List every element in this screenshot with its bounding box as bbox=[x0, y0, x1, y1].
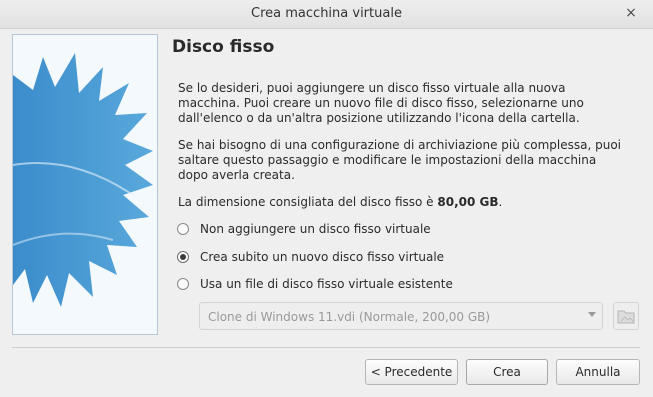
title-bar: Crea macchina virtuale × bbox=[0, 0, 653, 29]
page-title: Disco fisso bbox=[172, 37, 275, 57]
radio-button[interactable] bbox=[177, 223, 189, 235]
radio-label: Usa un file di disco fisso virtuale esis… bbox=[200, 277, 453, 291]
advanced-text: Se hai bisogno di una configurazione di … bbox=[178, 138, 621, 182]
back-button[interactable]: < Precedente bbox=[365, 359, 458, 385]
size-suffix: . bbox=[498, 195, 503, 209]
choose-disk-file-button[interactable] bbox=[613, 302, 639, 330]
intro-text: Se lo desideri, puoi aggiungere un disco… bbox=[178, 81, 584, 125]
folder-icon bbox=[617, 310, 635, 324]
radio-label: Crea subito un nuovo disco fisso virtual… bbox=[200, 250, 445, 264]
window-title: Crea macchina virtuale bbox=[251, 6, 402, 21]
existing-disk-select[interactable]: Clone di Windows 11.vdi (Normale, 200,00… bbox=[199, 302, 603, 330]
radio-button[interactable] bbox=[177, 251, 189, 263]
create-vm-dialog: Crea macchina virtuale × Disco fisso Se … bbox=[0, 0, 653, 397]
create-button[interactable]: Crea bbox=[466, 359, 548, 385]
size-prefix: La dimensione consigliata del disco fiss… bbox=[178, 195, 438, 209]
recommended-size-text: La dimensione consigliata del disco fiss… bbox=[178, 195, 628, 210]
radio-create-disk[interactable]: Crea subito un nuovo disco fisso virtual… bbox=[177, 248, 444, 266]
radio-button[interactable] bbox=[177, 278, 189, 290]
cancel-button[interactable]: Annulla bbox=[556, 359, 640, 385]
hard-disk-banner bbox=[12, 34, 158, 335]
recommended-size-value: 80,00 GB bbox=[437, 195, 499, 209]
radio-existing-disk[interactable]: Usa un file di disco fisso virtuale esis… bbox=[177, 275, 453, 293]
radio-label: Non aggiungere un disco fisso virtuale bbox=[200, 222, 431, 236]
divider bbox=[12, 347, 640, 348]
close-icon[interactable]: × bbox=[623, 5, 639, 21]
radio-no-disk[interactable]: Non aggiungere un disco fisso virtuale bbox=[177, 220, 431, 238]
chevron-down-icon bbox=[588, 312, 596, 317]
existing-disk-value: Clone di Windows 11.vdi (Normale, 200,00… bbox=[208, 310, 491, 324]
